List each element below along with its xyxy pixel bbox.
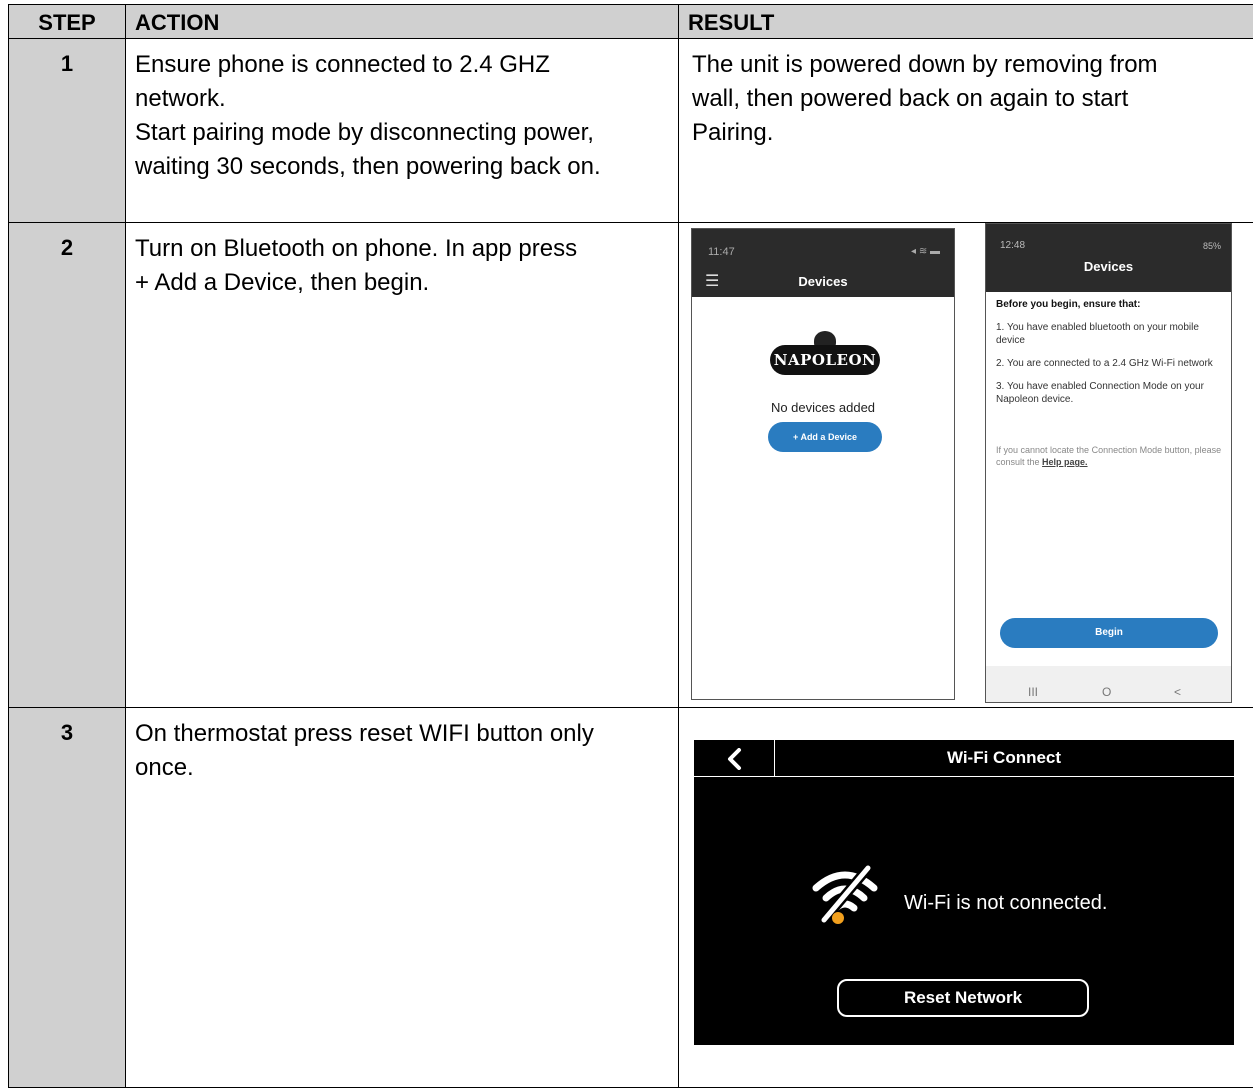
result-cell: Wi-Fi Connect Wi-Fi is not connected. Re…	[678, 707, 1253, 1088]
back-button[interactable]	[694, 740, 775, 776]
step-number: 2	[8, 222, 126, 708]
app-header: 12:48 85% Devices	[986, 224, 1231, 292]
table-row: 1 Ensure phone is connected to 2.4 GHZ n…	[8, 38, 1253, 223]
chevron-left-icon	[728, 748, 741, 770]
instructions: Before you begin, ensure that: 1. You ha…	[996, 298, 1223, 468]
screen-title: Devices	[1083, 259, 1134, 274]
logo-text: NAPOLEON	[770, 345, 880, 375]
instruction-item: 3. You have enabled Connection Mode on y…	[996, 381, 1204, 405]
signal-icon: ◂ ≋ ▬	[911, 246, 940, 257]
action-line: network.	[135, 85, 226, 112]
header-row: STEP ACTION RESULT	[8, 4, 1253, 39]
action-line: Start pairing mode by disconnecting powe…	[135, 119, 594, 146]
begin-button[interactable]: Begin	[1000, 618, 1218, 648]
result-cell: The unit is powered down by removing fro…	[678, 38, 1253, 223]
back-icon[interactable]: <	[1174, 675, 1181, 702]
napoleon-logo: NAPOLEON	[770, 331, 880, 377]
home-icon[interactable]: O	[1102, 675, 1111, 702]
result-cell: 11:47 ◂ ≋ ▬ ☰ Devices NAPOLEON No device…	[678, 222, 1253, 708]
wifi-status-message: Wi-Fi is not connected.	[904, 892, 1108, 914]
table-row: 3 On thermostat press reset WIFI button …	[8, 707, 1253, 1088]
result-line: wall, then powered back on again to star…	[692, 85, 1129, 112]
action-line: Turn on Bluetooth on phone. In app press	[135, 235, 578, 262]
action-line: once.	[135, 754, 194, 781]
action-cell: Ensure phone is connected to 2.4 GHZ net…	[125, 38, 679, 223]
thermostat-header: Wi-Fi Connect	[694, 740, 1234, 777]
instruction-item: 2. You are connected to a 2.4 GHz Wi-Fi …	[996, 358, 1213, 369]
phone-screenshot-begin: 12:48 85% Devices Before you begin, ensu…	[985, 223, 1232, 703]
result-line: The unit is powered down by removing fro…	[692, 51, 1158, 78]
action-cell: Turn on Bluetooth on phone. In app press…	[125, 222, 679, 708]
reset-network-button[interactable]: Reset Network	[837, 979, 1089, 1017]
steps-table: STEP ACTION RESULT 1 Ensure phone is con…	[8, 4, 1253, 1088]
empty-state-text: No devices added	[770, 400, 876, 415]
thermostat-title: Wi-Fi Connect	[946, 748, 1062, 767]
step-number: 3	[8, 707, 126, 1088]
thermostat-screen: Wi-Fi Connect Wi-Fi is not connected. Re…	[694, 740, 1234, 1045]
instructions-lead: Before you begin, ensure that:	[996, 299, 1141, 310]
status-time: 11:47	[708, 246, 735, 258]
app-header: 11:47 ◂ ≋ ▬ ☰ Devices	[692, 229, 954, 297]
help-link[interactable]: Help page.	[1042, 457, 1088, 467]
step-number: 1	[8, 38, 126, 223]
screen-title: Devices	[798, 274, 848, 289]
action-line: + Add a Device, then begin.	[135, 269, 430, 296]
result-line: Pairing.	[692, 119, 774, 146]
action-cell: On thermostat press reset WIFI button on…	[125, 707, 679, 1088]
recents-icon[interactable]: III	[1028, 675, 1038, 702]
header-step: STEP	[8, 4, 126, 39]
help-text: If you cannot locate the Connection Mode…	[996, 445, 1222, 467]
table-row: 2 Turn on Bluetooth on phone. In app pre…	[8, 222, 1253, 708]
action-line: waiting 30 seconds, then powering back o…	[135, 153, 601, 180]
action-line: On thermostat press reset WIFI button on…	[135, 720, 594, 747]
phone-screenshot-devices: 11:47 ◂ ≋ ▬ ☰ Devices NAPOLEON No device…	[691, 228, 955, 700]
instruction-item: 1. You have enabled bluetooth on your mo…	[996, 322, 1199, 346]
add-device-button[interactable]: + Add a Device	[768, 422, 882, 452]
help-note: If you cannot locate the Connection Mode…	[996, 444, 1223, 468]
action-line: Ensure phone is connected to 2.4 GHZ	[135, 51, 550, 78]
wifi-off-icon	[810, 864, 880, 936]
header-result: RESULT	[678, 4, 1253, 39]
android-nav-bar: III O <	[986, 666, 1231, 702]
header-action: ACTION	[125, 4, 679, 39]
